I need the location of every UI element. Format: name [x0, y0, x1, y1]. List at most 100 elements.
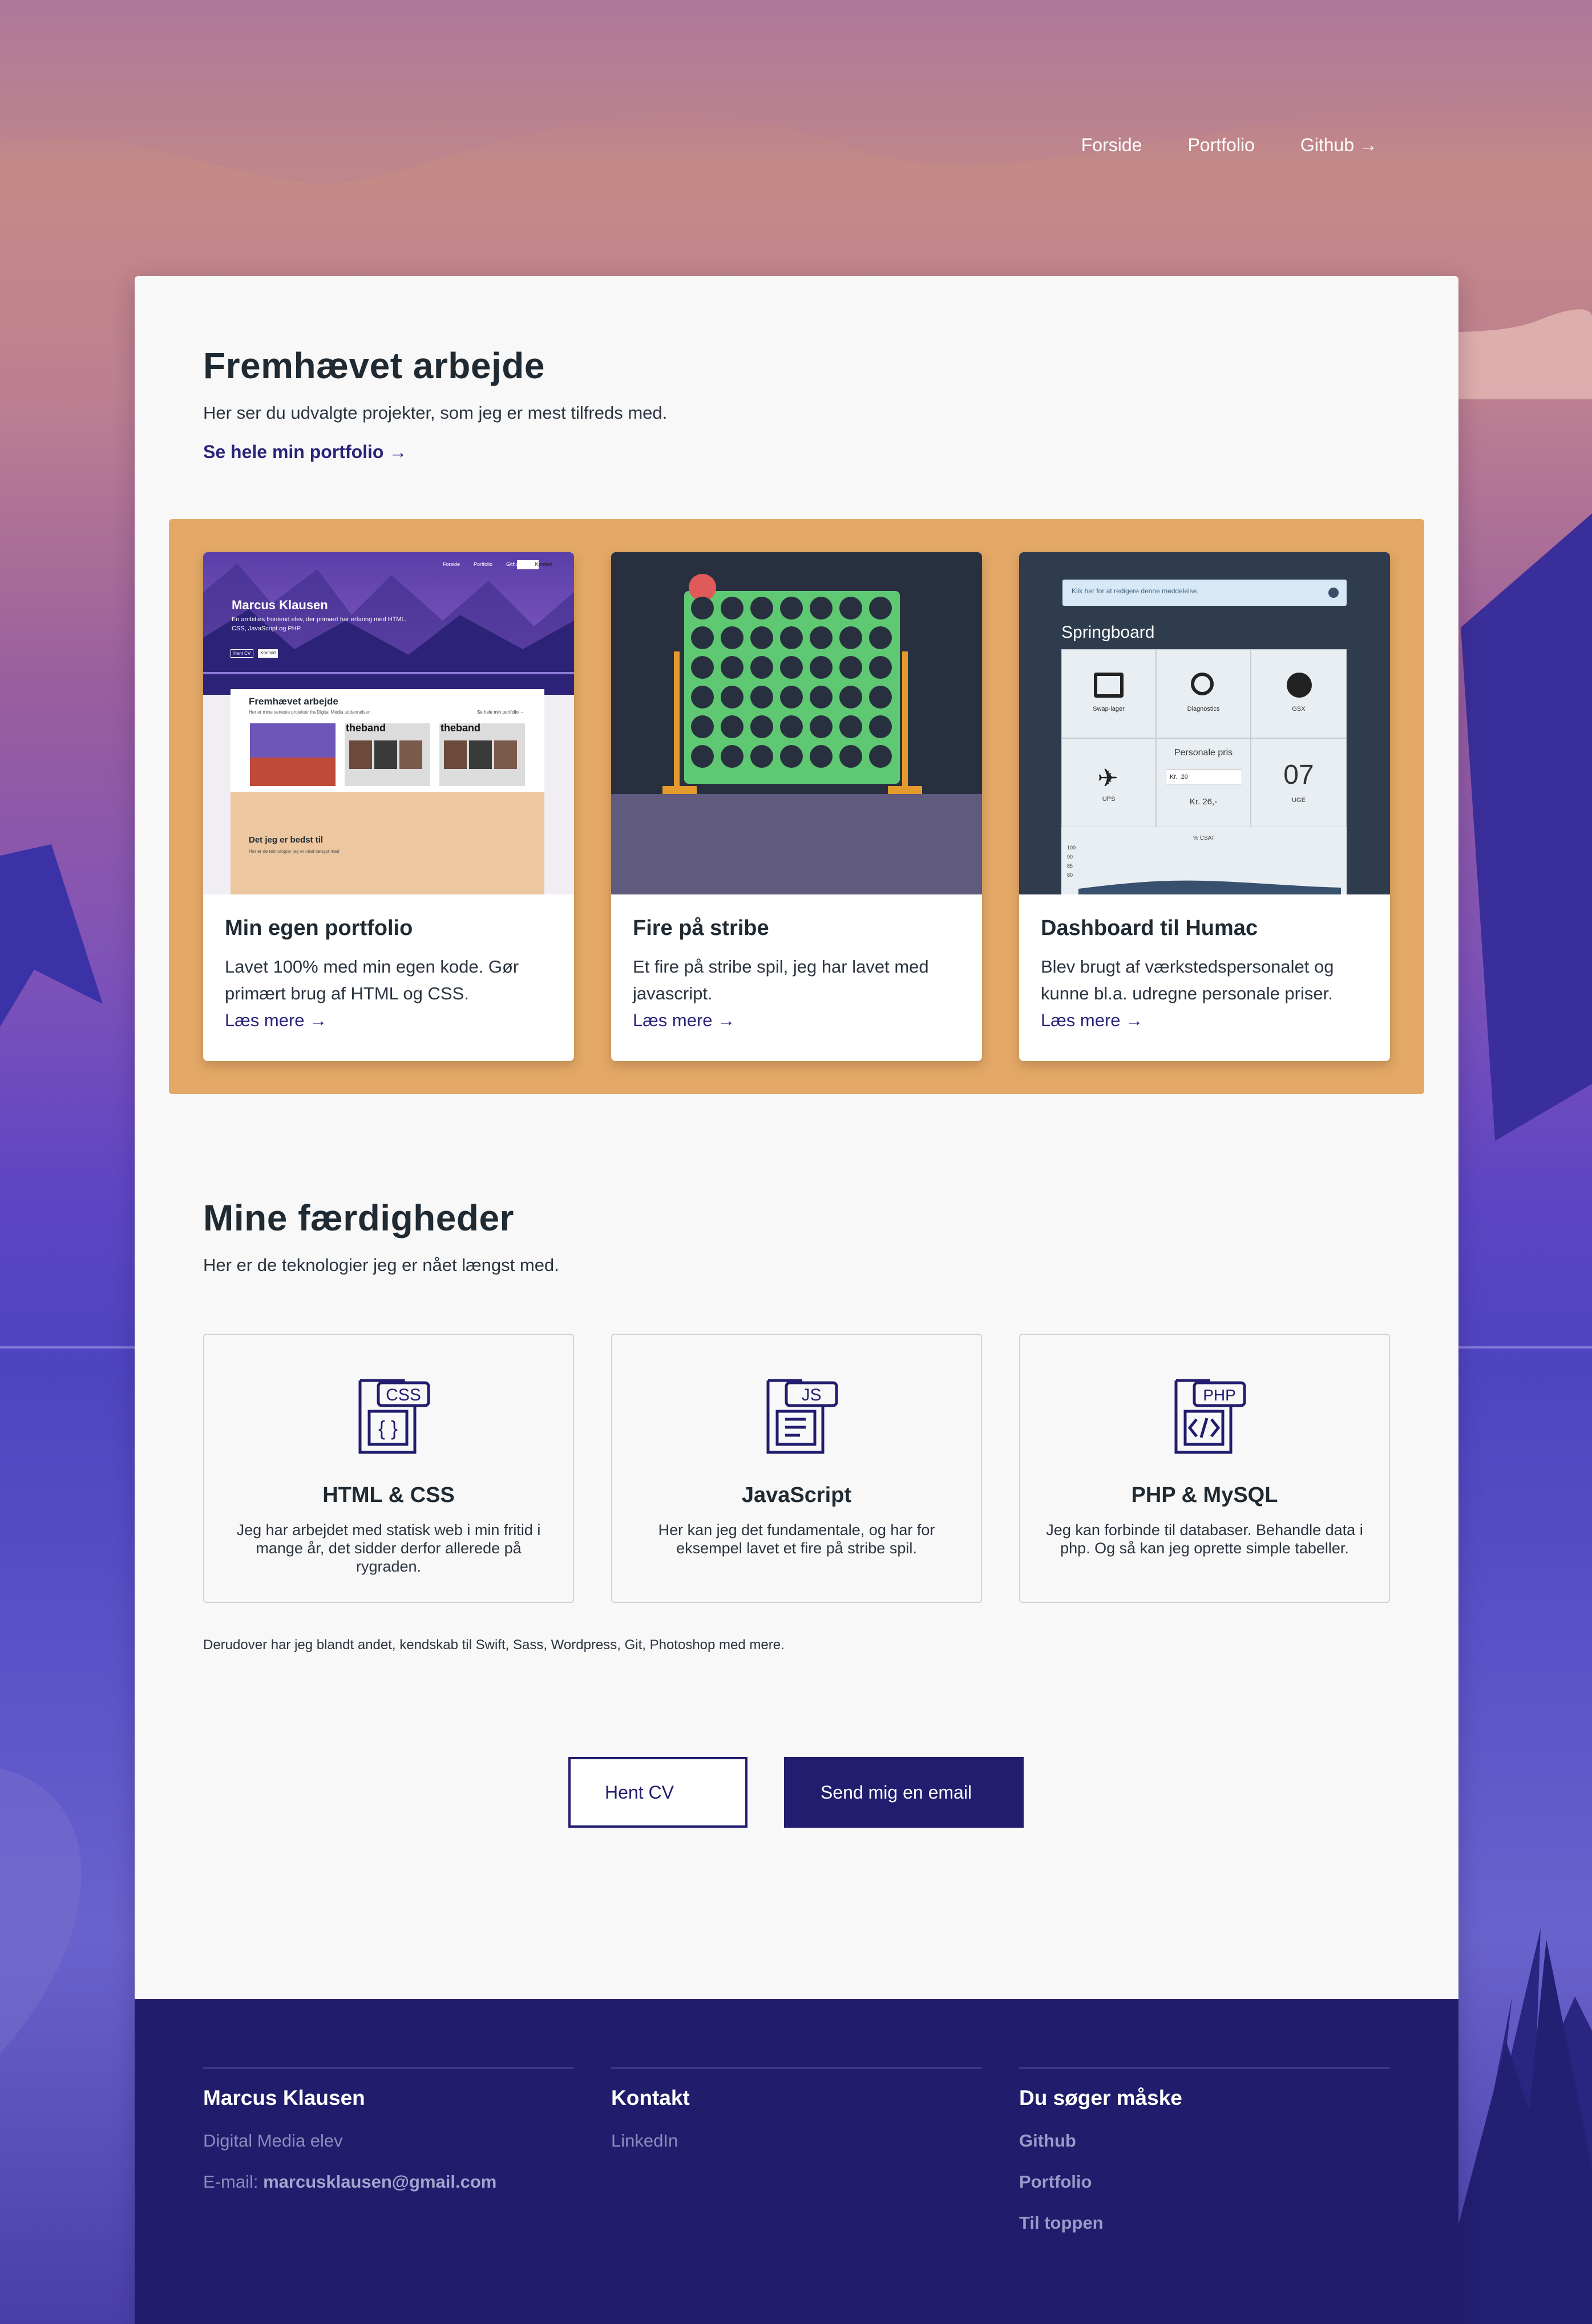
board-hole	[721, 715, 744, 738]
nav-github[interactable]: Github →	[1300, 135, 1377, 156]
read-more-link[interactable]: Læs mere →	[225, 1010, 327, 1031]
footer-linkedin-link[interactable]: LinkedIn	[611, 2131, 982, 2151]
project-card-fire-paa-stribe[interactable]: Fire på stribe Et fire på stribe spil, j…	[611, 552, 982, 1061]
globe-icon	[1287, 673, 1312, 698]
thumb-nav-forside: Forside	[443, 561, 460, 567]
board-hole	[839, 686, 862, 708]
board-hole	[691, 686, 714, 708]
nav-portfolio[interactable]: Portfolio	[1187, 135, 1254, 156]
read-more-link[interactable]: Læs mere →	[1041, 1010, 1143, 1031]
board-hole	[691, 745, 714, 768]
icon-tag: CSS	[386, 1386, 421, 1404]
thumb-featured: Fremhævet arbejde	[249, 696, 338, 707]
tile-label: Diagnostics	[1187, 706, 1220, 712]
board-hole	[780, 686, 803, 708]
search-icon	[1191, 673, 1214, 695]
chart-tick: 100	[1067, 845, 1076, 851]
board-hole	[691, 597, 714, 620]
footer-more-title: Du søger måske	[1019, 2086, 1182, 2110]
thumb-notice: Klik her for at redigere denne meddelels…	[1062, 580, 1347, 606]
footer-portfolio-link[interactable]: Portfolio	[1019, 2172, 1390, 2192]
thumb-skills: Det jeg er bedst til	[249, 835, 324, 845]
thumb-sub2: CSS, JavaScript og PHP.	[232, 625, 302, 632]
chart-label: % CSAT	[1193, 835, 1215, 841]
skills-lead: Her er de teknologier jeg er nået længst…	[203, 1255, 559, 1275]
price-kr: Kr.	[1170, 774, 1178, 780]
board-hole	[750, 686, 773, 708]
icon-tag: PHP	[1203, 1386, 1236, 1404]
project-body: Dashboard til Humac Blev brugt af værkst…	[1019, 894, 1390, 1031]
php-file-icon: PHP	[1174, 1379, 1246, 1454]
board-hole	[839, 715, 862, 738]
portfolio-thumbnail: Marcus Klausen En ambitiøs frontend elev…	[203, 552, 574, 894]
skill-title: JavaScript	[741, 1483, 852, 1507]
see-portfolio-link[interactable]: Se hele min portfolio →	[203, 442, 407, 463]
footer-contact-title: Kontakt	[611, 2086, 690, 2110]
thumb-nav: Forside Portfolio Github Kontakt	[443, 561, 552, 567]
board-hole	[750, 597, 773, 620]
week-number: 07	[1283, 760, 1314, 790]
project-body: Fire på stribe Et fire på stribe spil, j…	[611, 894, 982, 1031]
board-hole	[810, 597, 833, 620]
thumb-band-2: theband	[441, 722, 480, 734]
thumb-skills-sub: Her er de teknologier jeg er nået længst…	[249, 849, 340, 854]
thumb-btn-kontakt: Kontakt	[258, 649, 278, 658]
main-content: Fremhævet arbejde Her ser du udvalgte pr…	[135, 276, 1458, 2324]
featured-header: Fremhævet arbejde Her ser du udvalgte pr…	[203, 345, 667, 463]
thumb-featured-link: Se hele min portfolio →	[477, 710, 525, 715]
footer-email-address[interactable]: marcusklausen@gmail.com	[263, 2172, 496, 2192]
footer-role: Digital Media elev	[203, 2131, 343, 2151]
read-more-link[interactable]: Læs mere →	[633, 1010, 735, 1031]
skill-title: HTML & CSS	[322, 1483, 455, 1507]
board-hole	[869, 626, 892, 649]
tile-swap: Swap-lager	[1061, 649, 1156, 738]
board-hole	[721, 626, 744, 649]
featured-projects: Marcus Klausen En ambitiøs frontend elev…	[169, 519, 1424, 1094]
board-hole	[839, 597, 862, 620]
featured-lead: Her ser du udvalgte projekter, som jeg e…	[203, 403, 668, 423]
skill-desc: Jeg kan forbinde til databaser. Behandle…	[1046, 1521, 1363, 1557]
board-hole	[839, 656, 862, 679]
tile-label: Swap-lager	[1093, 706, 1125, 712]
footer: Marcus Klausen Digital Media elev E-mail…	[135, 1999, 1458, 2324]
thumb-sub1: En ambitiøs frontend elev, der primært h…	[232, 616, 407, 623]
board-hole	[810, 686, 833, 708]
project-card-portfolio[interactable]: Marcus Klausen En ambitiøs frontend elev…	[203, 552, 574, 1061]
board-hole	[780, 745, 803, 768]
board-hole	[810, 745, 833, 768]
board-hole	[869, 745, 892, 768]
js-file-icon: JS	[766, 1379, 838, 1454]
skill-card-php-mysql: PHP PHP & MySQL Jeg kan forbinde til dat…	[1019, 1334, 1390, 1603]
thumb-band-1: theband	[346, 722, 386, 734]
download-cv-button[interactable]: Hent CV	[568, 1757, 747, 1828]
project-card-dashboard-humac[interactable]: Klik her for at redigere denne meddelels…	[1019, 552, 1390, 1061]
connect-four-thumbnail	[611, 552, 982, 894]
skill-card-javascript: JS JavaScript Her kan jeg det fundamenta…	[611, 1334, 982, 1603]
board-hole	[810, 656, 833, 679]
skills-title: Mine færdigheder	[203, 1197, 514, 1238]
board-hole	[750, 745, 773, 768]
nav-forside[interactable]: Forside	[1081, 135, 1142, 156]
board-hole	[780, 626, 803, 649]
board-hole	[869, 656, 892, 679]
footer-name: Marcus Klausen	[203, 2086, 365, 2110]
footer-github-link[interactable]: Github	[1019, 2131, 1390, 2151]
footer-col-more: Du søger måske Github Portfolio Til topp…	[1019, 2067, 1390, 2233]
board-hole	[721, 597, 744, 620]
send-email-button[interactable]: Send mig en email	[784, 1757, 1024, 1828]
thumb-btn-cv: Hent CV	[231, 649, 254, 658]
thumb-nav-kontakt: Kontakt	[535, 561, 553, 567]
board-hole	[810, 626, 833, 649]
board-hole	[780, 597, 803, 620]
footer-top-link[interactable]: Til toppen	[1019, 2213, 1390, 2233]
thumb-grid: Swap-lager Diagnostics GSX ✈ UPS Persona…	[1061, 649, 1347, 894]
tile-label: GSX	[1292, 706, 1306, 712]
project-title: Min egen portfolio	[225, 916, 413, 940]
board-hole	[839, 745, 862, 768]
price-input: Kr. 20	[1166, 770, 1242, 784]
skills-extra: Derudover har jeg blandt andet, kendskab…	[203, 1637, 785, 1653]
skill-title: PHP & MySQL	[1131, 1483, 1278, 1507]
dashboard-thumbnail: Klik her for at redigere denne meddelels…	[1019, 552, 1390, 894]
chart-tick: 80	[1067, 872, 1073, 878]
board-hole	[750, 656, 773, 679]
